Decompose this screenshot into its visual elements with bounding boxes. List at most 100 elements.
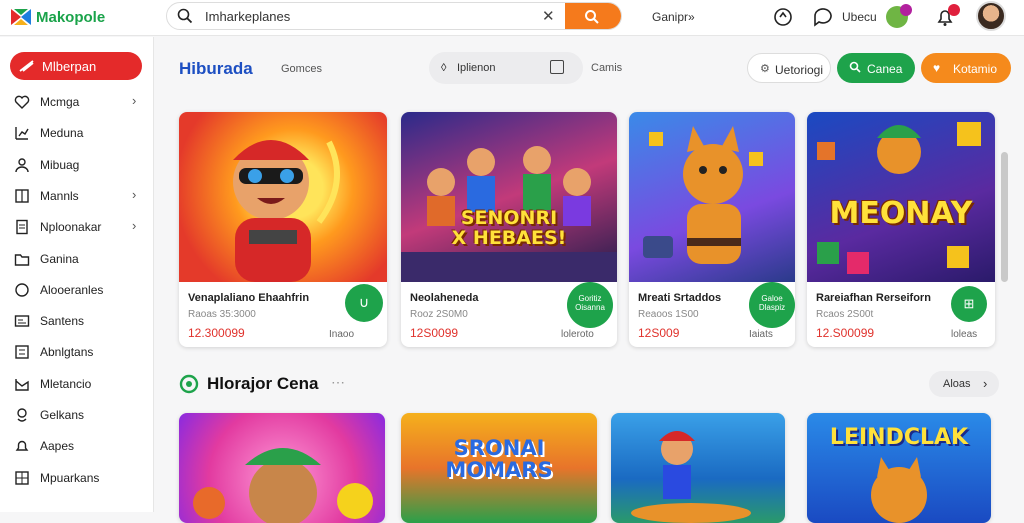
sidebar-item[interactable]: Mcmga › xyxy=(0,87,154,117)
sidebar-item-label: Ganina xyxy=(40,251,79,266)
heroes-group-image xyxy=(401,146,617,282)
chevron-right-icon[interactable]: › xyxy=(132,93,136,108)
cat-character-image xyxy=(643,126,763,264)
top-link-1[interactable]: Ganipr» xyxy=(652,10,695,24)
favorite-button[interactable]: ♥ Kotamio xyxy=(921,53,1011,83)
sidebar-item[interactable]: Aapes xyxy=(0,431,154,461)
character-image xyxy=(193,448,373,523)
search-bar[interactable]: Imharkeplanes ✕ xyxy=(166,2,622,30)
chart-icon xyxy=(15,127,29,140)
bear-character-image xyxy=(233,140,340,282)
game-price: 12S009 xyxy=(638,326,680,340)
game-card[interactable]: SRONAI MOMARS xyxy=(401,413,597,523)
app-name: Makopole xyxy=(36,8,106,26)
sidebar-item[interactable]: Mpuarkans xyxy=(0,463,154,493)
sidebar-item[interactable]: Mannls › xyxy=(0,181,154,211)
scrollbar-thumb[interactable] xyxy=(1001,152,1008,282)
see-more-button[interactable]: Aloas › xyxy=(929,371,999,397)
sidebar-primary-button[interactable]: Mlberpan xyxy=(10,52,142,80)
sidebar-item[interactable]: Abnlgtans xyxy=(0,337,154,367)
avatar[interactable] xyxy=(976,1,1006,31)
green-button-label: Canea xyxy=(867,62,903,76)
sidebar-item[interactable]: Alooeranles xyxy=(0,275,154,305)
game-card[interactable]: MEONAY Rareiafhan Rerseiforn Rcaos 2S00t… xyxy=(807,112,995,347)
sidebar-primary-label: Mlberpan xyxy=(42,59,97,74)
play-button[interactable]: Galoe Dlaspiz xyxy=(749,282,795,328)
game-card[interactable] xyxy=(179,413,385,523)
filter-label: Iplienon xyxy=(457,62,496,74)
game-price: 12.S00099 xyxy=(816,326,875,340)
sidebar-item[interactable]: Gelkans xyxy=(0,400,154,430)
sidebar-item-label: Nploonakar xyxy=(40,220,102,235)
user-icon xyxy=(15,157,29,172)
top-bar: Makopole Imharkeplanes ✕ Ganipr» Ubecu xyxy=(0,0,1024,36)
mail-icon xyxy=(15,378,29,391)
game-meta: Rooz 2S0M0 xyxy=(410,309,468,320)
play-button[interactable]: ⊞ xyxy=(951,286,987,322)
pin-icon xyxy=(17,408,27,422)
game-card[interactable]: Mreati Srtaddos Reaoos 1S00 12S009 Iaiat… xyxy=(629,112,795,347)
filter-pill[interactable]: ◊ Iplienon xyxy=(429,52,583,84)
filter-icon: ◊ xyxy=(441,62,447,74)
sidebar-item-label: Gelkans xyxy=(40,408,85,422)
section-menu-icon[interactable]: ⋯ xyxy=(331,374,345,391)
game-meta: Raoas 35:3000 xyxy=(188,309,256,320)
search-icon xyxy=(177,8,193,24)
game-art-title: MEONAY xyxy=(829,196,973,231)
search-green-button[interactable]: Canea xyxy=(837,53,915,83)
section-title: Hlorajor Cena xyxy=(207,374,319,393)
game-art: SENONRI X HEBAES! xyxy=(401,112,617,282)
sidebar: Mlberpan Mcmga › Meduna Mibuag Mannls › Nploon… xyxy=(0,37,154,512)
chevron-right-icon: › xyxy=(983,376,988,391)
sidebar-item-label: Mletancio xyxy=(40,376,92,391)
app-logo[interactable]: Makopole xyxy=(10,6,105,28)
sidebar-item-label: Alooeranles xyxy=(40,282,104,297)
play-button[interactable]: Goritiz Oisanna xyxy=(567,282,613,328)
heart-icon: ♥ xyxy=(933,61,941,75)
sidebar-item[interactable]: Ganina xyxy=(0,244,154,274)
rocket-icon xyxy=(19,60,34,72)
settings-icon: ⚙ xyxy=(760,63,770,75)
play-button[interactable]: ∪ xyxy=(345,284,383,322)
games-label[interactable]: Camis xyxy=(591,62,622,74)
sidebar-item[interactable]: Mletancio xyxy=(0,369,154,399)
game-rating: Inaoo xyxy=(329,329,355,340)
play-icon: ∪ xyxy=(358,294,370,310)
chat-icon[interactable] xyxy=(812,6,834,28)
sidebar-item-label: Mpuarkans xyxy=(40,470,100,485)
game-title: Rareiafhan Rerseiforn xyxy=(816,292,931,304)
refresh-icon[interactable] xyxy=(772,6,794,28)
game-rating: loleas xyxy=(951,329,978,340)
page-subtitle: Gomces xyxy=(281,63,322,75)
game-art-title: SRONAI MOMARS xyxy=(445,436,553,482)
doc-icon xyxy=(16,219,28,235)
main-content: Hiburada Gomces ◊ Iplienon Camis ⚙ Uetor… xyxy=(155,37,1024,523)
game-section-icon xyxy=(179,374,199,394)
outline-button[interactable]: ⚙ Uetoriogi xyxy=(747,53,831,83)
game-art: MEONAY xyxy=(807,112,995,282)
outline-button-label: Uetoriogi xyxy=(775,63,824,77)
chevron-right-icon[interactable]: › xyxy=(132,218,136,233)
sidebar-item[interactable]: Santens xyxy=(0,306,154,336)
top-link-2[interactable]: Ubecu xyxy=(842,10,877,24)
sidebar-item-label: Santens xyxy=(40,314,85,329)
search-button[interactable] xyxy=(565,3,621,29)
view-toggle-icon[interactable] xyxy=(550,60,564,74)
game-card[interactable]: Venaplaliano Ehaahfrin Raoas 35:3000 12.… xyxy=(179,112,387,347)
game-card[interactable]: LEINDCLAK xyxy=(807,413,991,523)
game-card[interactable] xyxy=(611,413,785,523)
chevron-right-icon[interactable]: › xyxy=(132,187,136,202)
play-button-label: Galoe Dlaspiz xyxy=(758,294,786,312)
clear-icon[interactable]: ✕ xyxy=(542,7,555,25)
game-art-title: LEINDCLAK xyxy=(829,425,969,450)
game-card[interactable]: SENONRI X HEBAES! Neolaheneda Rooz 2S0M0… xyxy=(401,112,617,347)
list-icon xyxy=(15,345,29,360)
points-icon[interactable] xyxy=(886,4,912,28)
page-title: Hiburada xyxy=(179,59,253,78)
search-icon xyxy=(849,61,861,73)
sidebar-item[interactable]: Mibuag xyxy=(0,150,154,180)
game-art-title: SENONRI X HEBAES! xyxy=(451,207,567,249)
search-input[interactable]: Imharkeplanes xyxy=(205,9,290,24)
sidebar-item[interactable]: Meduna xyxy=(0,118,154,148)
sidebar-item[interactable]: Nploonakar › xyxy=(0,212,154,242)
